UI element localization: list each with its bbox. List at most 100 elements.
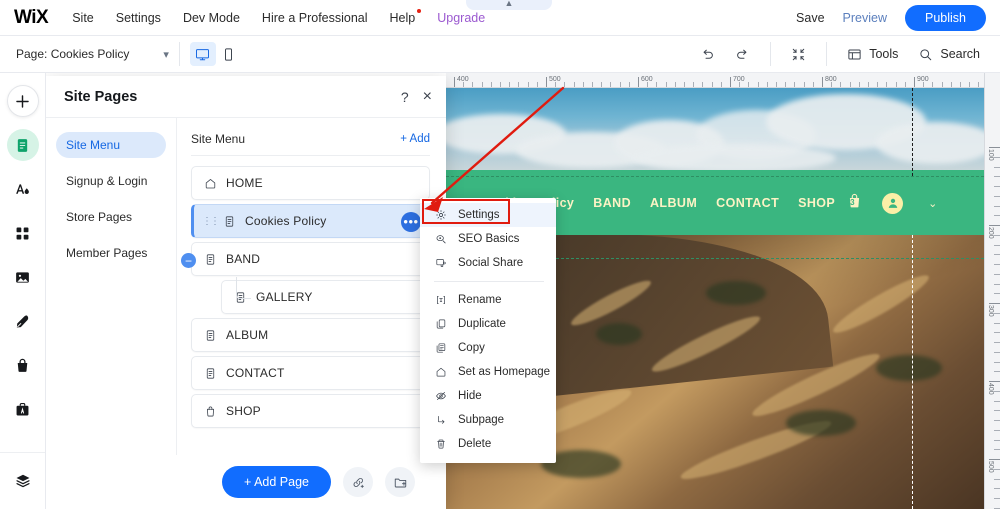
add-page-button[interactable]: + Add Page bbox=[222, 466, 331, 498]
context-menu-item-hide[interactable]: Hide bbox=[420, 384, 556, 408]
notification-dot-icon bbox=[417, 8, 422, 13]
context-menu-item-rename[interactable]: Rename bbox=[420, 288, 556, 312]
ruler-tick bbox=[994, 400, 1000, 402]
folder-plus-icon bbox=[394, 478, 406, 487]
add-folder-button[interactable] bbox=[385, 467, 415, 497]
sidebar-item-signup-login[interactable]: Signup & Login bbox=[56, 168, 166, 194]
sidebar-item-store[interactable] bbox=[7, 349, 39, 381]
sidebar-item-layers[interactable] bbox=[7, 465, 39, 497]
page-actions-more-button[interactable]: ••• bbox=[401, 212, 421, 232]
sidebar-item-add-elements[interactable] bbox=[6, 85, 39, 117]
sidebar-item-my-uploads[interactable] bbox=[7, 261, 39, 293]
panel-title: Site Pages bbox=[64, 88, 138, 105]
site-pages-panel: Site Pages ? × Site Menu Signup & Login … bbox=[46, 76, 446, 509]
ruler-tick-major bbox=[989, 381, 1000, 382]
ruler-tick bbox=[978, 82, 980, 87]
site-nav-shop[interactable]: SHOP bbox=[798, 196, 835, 210]
sidebar-item-store-pages[interactable]: Store Pages bbox=[56, 204, 166, 230]
page-row-shop[interactable]: SHOP bbox=[191, 394, 430, 428]
sidebar-item-app-market[interactable] bbox=[7, 217, 39, 249]
context-menu-item-delete[interactable]: Delete bbox=[420, 432, 556, 456]
menu-site[interactable]: Site bbox=[72, 11, 94, 25]
add-link-button[interactable] bbox=[343, 467, 373, 497]
pen-icon bbox=[16, 315, 29, 327]
apps-grid-icon bbox=[16, 227, 29, 239]
vertical-ruler[interactable]: 100 200 300 400 500 bbox=[984, 73, 1000, 509]
page-row-home[interactable]: HOME bbox=[191, 166, 430, 200]
page-row-contact[interactable]: CONTACT bbox=[191, 356, 430, 390]
page-selector[interactable]: Page: Cookies Policy ▾ bbox=[16, 47, 169, 61]
ruler-tick bbox=[684, 82, 685, 87]
ruler-tick bbox=[941, 82, 943, 87]
menu-upgrade[interactable]: Upgrade bbox=[437, 11, 485, 25]
menu-settings[interactable]: Settings bbox=[116, 11, 161, 25]
panel-side-nav: Site Menu Signup & Login Store Pages Mem… bbox=[46, 118, 177, 455]
bag-icon bbox=[17, 358, 28, 372]
context-menu-item-settings[interactable]: Settings bbox=[420, 203, 556, 227]
sidebar-item-blog[interactable] bbox=[7, 305, 39, 337]
sidebar-item-site-menu[interactable]: Site Menu bbox=[56, 132, 166, 158]
ruler-tick bbox=[564, 82, 566, 87]
site-nav-band[interactable]: BAND bbox=[593, 196, 631, 210]
mobile-view-button[interactable] bbox=[216, 42, 242, 66]
ruler-label: 400 bbox=[457, 76, 469, 83]
tools-button[interactable]: Tools bbox=[837, 43, 908, 66]
avatar-chevron-down-icon[interactable]: ⌄ bbox=[928, 197, 937, 210]
undo-button[interactable] bbox=[690, 43, 725, 66]
add-menu-item-button[interactable]: + Add bbox=[400, 133, 430, 145]
zoom-out-button[interactable] bbox=[781, 43, 816, 66]
context-menu-item-social-share[interactable]: Social Share bbox=[420, 251, 556, 275]
person-icon bbox=[888, 198, 897, 208]
ruler-tick bbox=[950, 82, 952, 87]
tools-label: Tools bbox=[869, 47, 899, 61]
home-icon bbox=[204, 177, 217, 190]
page-row-album[interactable]: ALBUM bbox=[191, 318, 430, 352]
page-context-menu: Settings SEO Basics Social Share Rename … bbox=[420, 198, 556, 463]
preview-button[interactable]: Preview bbox=[843, 11, 887, 25]
save-button[interactable]: Save bbox=[796, 11, 825, 25]
collapse-topbar-tab[interactable]: ▲ bbox=[466, 0, 552, 10]
context-menu-item-seo-basics[interactable]: SEO Basics bbox=[420, 227, 556, 251]
seo-icon bbox=[434, 233, 448, 245]
shrub-shape bbox=[706, 281, 766, 305]
guide-line-vertical bbox=[912, 88, 913, 176]
cart-button[interactable]: 3 bbox=[846, 192, 863, 215]
context-menu-item-set-as-homepage[interactable]: Set as Homepage bbox=[420, 360, 556, 384]
page-row-cookies-policy[interactable]: ⋮⋮ Cookies Policy ••• bbox=[191, 204, 430, 238]
site-nav-album[interactable]: ALBUM bbox=[650, 196, 697, 210]
menu-hire-a-professional[interactable]: Hire a Professional bbox=[262, 11, 368, 25]
help-icon[interactable]: ? bbox=[401, 90, 409, 104]
ruler-label: 500 bbox=[549, 76, 561, 83]
search-button[interactable]: Search bbox=[908, 43, 990, 66]
horizontal-ruler[interactable]: 400 500 600 700 800 900 bbox=[446, 73, 1000, 88]
sidebar-item-business-tools[interactable] bbox=[7, 393, 39, 425]
page-row-gallery[interactable]: GALLERY bbox=[221, 277, 430, 314]
desktop-view-button[interactable] bbox=[189, 42, 216, 66]
top-bar: WiX Site Settings Dev Mode Hire a Profes… bbox=[0, 0, 1000, 36]
tree-connector bbox=[236, 277, 251, 299]
sidebar-item-site-pages[interactable] bbox=[6, 129, 39, 161]
menu-help[interactable]: Help bbox=[390, 8, 422, 25]
ruler-tick bbox=[994, 478, 1000, 480]
close-icon[interactable]: × bbox=[423, 88, 432, 105]
redo-button[interactable] bbox=[725, 43, 760, 66]
context-menu-label: Hide bbox=[458, 390, 482, 402]
context-menu-item-subpage[interactable]: Subpage bbox=[420, 408, 556, 432]
ruler-tick bbox=[831, 82, 833, 87]
avatar[interactable] bbox=[882, 192, 904, 214]
publish-button[interactable]: Publish bbox=[905, 4, 986, 31]
wix-logo[interactable]: WiX bbox=[14, 7, 49, 29]
sidebar-item-site-design[interactable] bbox=[7, 173, 39, 205]
sidebar-item-member-pages[interactable]: Member Pages bbox=[56, 240, 166, 266]
collapse-toggle-band[interactable]: − bbox=[181, 253, 196, 268]
menu-dev-mode[interactable]: Dev Mode bbox=[183, 11, 240, 25]
ruler-tick bbox=[994, 351, 1000, 353]
ruler-label: 500 bbox=[987, 461, 994, 473]
context-menu-item-copy[interactable]: Copy bbox=[420, 336, 556, 360]
site-nav-contact[interactable]: CONTACT bbox=[716, 196, 779, 210]
context-menu-item-duplicate[interactable]: Duplicate bbox=[420, 312, 556, 336]
drag-handle-icon[interactable]: ⋮⋮ bbox=[202, 216, 220, 227]
page-row-band[interactable]: − BAND bbox=[181, 242, 430, 276]
ruler-tick bbox=[994, 449, 1000, 451]
mobile-icon bbox=[225, 47, 233, 61]
